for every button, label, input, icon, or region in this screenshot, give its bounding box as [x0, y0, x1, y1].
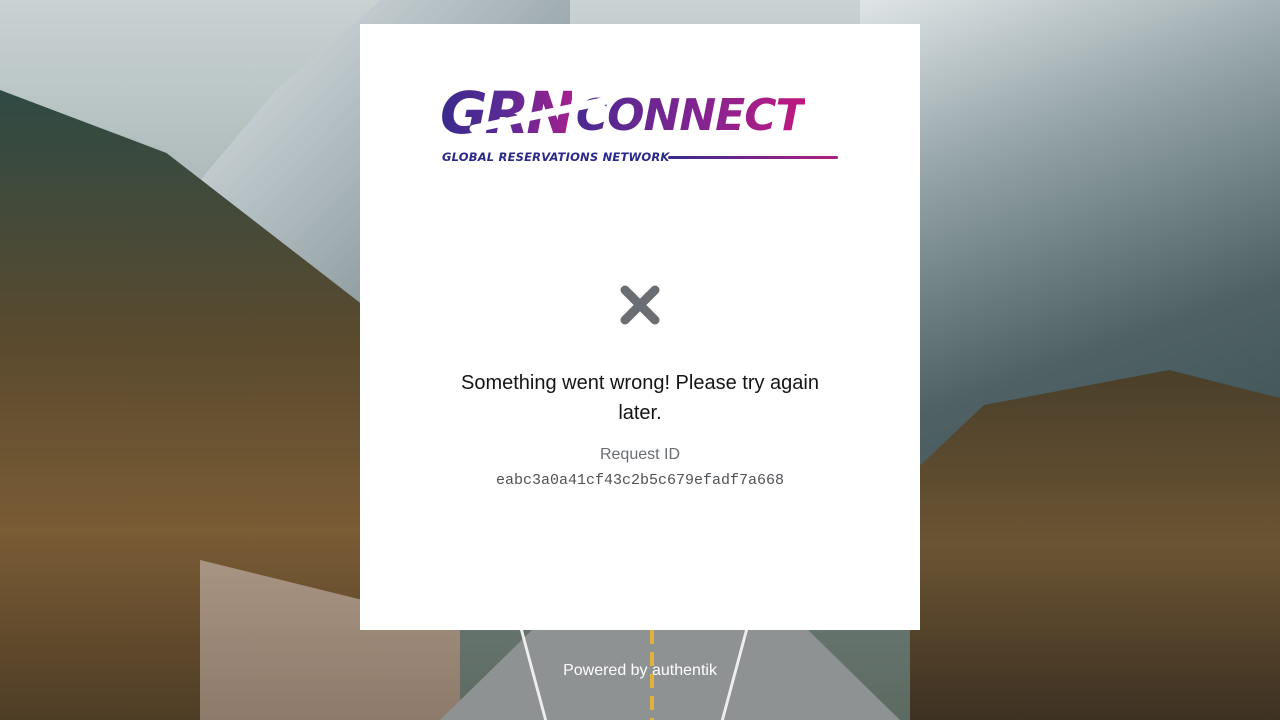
- login-card: GRN CONNECT GLOBAL RESERVATIONS NETWORK …: [360, 24, 920, 630]
- powered-by-link[interactable]: Powered by authentik: [0, 662, 1280, 680]
- error-message: Something went wrong! Please try again l…: [461, 372, 819, 424]
- request-id-value: eabc3a0a41cf43c2b5c679efadf7a668: [495, 472, 785, 489]
- request-id-label: Request ID: [599, 446, 681, 463]
- logo-tagline: GLOBAL RESERVATIONS NETWORK: [442, 150, 670, 164]
- logo-underline: [668, 156, 838, 159]
- logo-wordmark: GRN CONNECT: [440, 80, 806, 146]
- close-icon: [620, 285, 660, 325]
- brand-logo: GRN CONNECT GLOBAL RESERVATIONS NETWORK: [440, 80, 840, 170]
